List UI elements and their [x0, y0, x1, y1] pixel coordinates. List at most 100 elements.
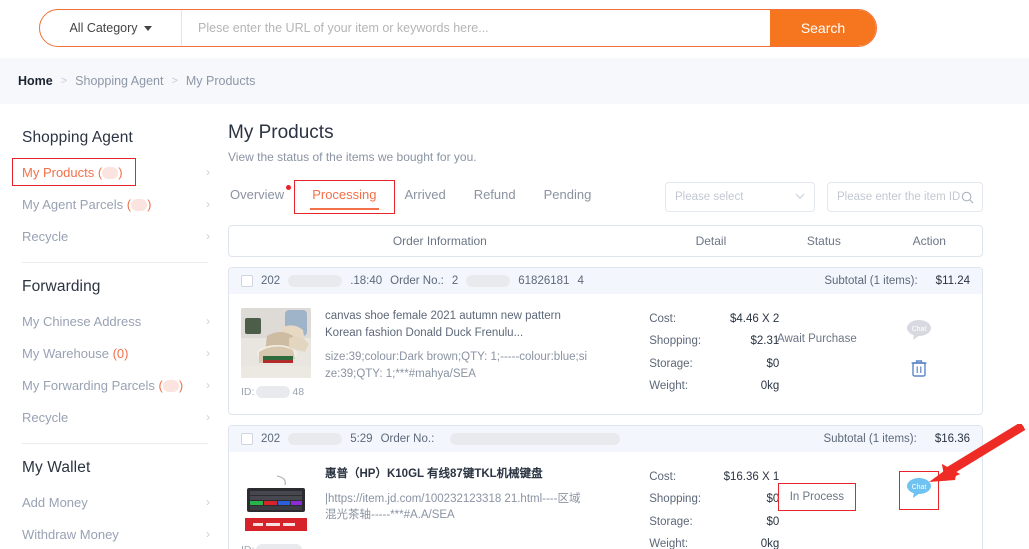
detail-label: Storage: — [649, 357, 693, 370]
order-no-part-a: 2 — [451, 275, 459, 287]
sidebar-item-my-products[interactable]: My Products () › — [0, 156, 228, 188]
order-list: 202 .18:40 Order No.: 2 61826181 4 Subtotal (1… — [228, 267, 983, 549]
chevron-right-icon: › — [206, 165, 210, 179]
search-container: All Category Search — [39, 9, 877, 47]
item-id-input[interactable] — [837, 191, 961, 203]
detail-row: Weight: 0kg — [649, 533, 779, 549]
product-id-label: ID: — [241, 386, 255, 398]
product-id-redacted — [256, 386, 291, 398]
tab-processing[interactable]: Processing — [294, 180, 395, 214]
status-badge: Await Purchase — [771, 330, 863, 348]
order-select-checkbox[interactable] — [241, 275, 253, 287]
product-image[interactable] — [241, 466, 311, 536]
status-cell: Await Purchase — [766, 308, 868, 398]
detail-cell: Cost: $4.46 X 2 Shopping: $2.31 Storage:… — [649, 308, 779, 398]
status-cell: In Process — [766, 466, 868, 549]
sidebar-item-add-money[interactable]: Add Money › — [0, 486, 228, 518]
search-icon[interactable] — [961, 191, 974, 204]
order-date-redacted — [288, 433, 343, 445]
detail-row: Storage: $0 — [649, 353, 779, 375]
item-id-search[interactable] — [827, 182, 983, 212]
product-name[interactable]: canvas shoe female 2021 autumn new patte… — [325, 308, 590, 341]
action-cell: Chat — [868, 466, 970, 549]
chevron-right-icon: › — [206, 346, 210, 360]
order-subtotal-label: Subtotal (1 items): — [823, 433, 917, 445]
sidebar-item-withdraw-money[interactable]: Withdraw Money › — [0, 518, 228, 549]
top-search-bar: All Category Search — [0, 0, 1029, 58]
status-text: Await Purchase — [777, 333, 857, 345]
tab-pending[interactable]: Pending — [530, 184, 606, 210]
order-no-part-b: 61826181 — [518, 275, 570, 287]
action-cell: Chat — [868, 308, 970, 398]
product-id: ID: — [241, 544, 311, 549]
breadcrumb-separator-icon: > — [171, 75, 178, 87]
detail-label: Cost: — [649, 471, 677, 483]
order-information-cell: ID: 惠普（HP）K10GL 有线87键TKL机械键盘 |https://it… — [241, 466, 649, 549]
order-date: 202 — [261, 433, 281, 445]
chat-icon[interactable]: Chat — [906, 320, 932, 345]
sidebar-item-recycle[interactable]: Recycle › — [0, 220, 228, 252]
chat-button-wrap: Chat — [903, 316, 935, 349]
main-content: My Products View the status of the items… — [228, 104, 1029, 549]
sidebar-item-count-redacted: () — [154, 377, 184, 393]
search-button[interactable]: Search — [770, 10, 876, 46]
breadcrumb-home[interactable]: Home — [18, 74, 53, 88]
column-header-order: Order Information — [392, 234, 487, 248]
sidebar-item-label: My Forwarding Parcels () — [22, 378, 206, 393]
detail-row: Shopping: $0 — [649, 488, 779, 510]
tab-row: Overview Processing Arrived Refund Pending P… — [228, 180, 983, 214]
sidebar-item-recycle[interactable]: Recycle › — [0, 401, 228, 433]
sidebar-divider — [22, 262, 208, 263]
order-time: .18:40 — [350, 275, 383, 287]
detail-cell: Cost: $16.36 X 1 Shopping: $0 Storage: $… — [649, 466, 779, 549]
breadcrumb-current: My Products — [185, 74, 256, 88]
delete-icon[interactable] — [911, 359, 927, 377]
category-dropdown[interactable]: All Category — [40, 10, 182, 46]
chevron-right-icon: › — [206, 495, 210, 509]
detail-label: Shopping: — [649, 493, 702, 506]
sidebar-group-title: Shopping Agent — [22, 129, 133, 146]
tab-label: Pending — [543, 187, 592, 202]
sidebar-item-my-chinese-address[interactable]: My Chinese Address › — [0, 305, 228, 337]
order-subtotal-label: Subtotal (1 items): — [824, 275, 918, 287]
tab-overview[interactable]: Overview — [228, 184, 298, 210]
order-card: 202 5:29 Order No.: Subtotal (1 items): $16.… — [228, 425, 983, 549]
tab-label: Arrived — [404, 187, 446, 202]
table-header: Order Information Detail Status Action — [228, 225, 983, 257]
annotation-box — [898, 471, 939, 510]
sidebar-item-label: My Chinese Address — [22, 314, 206, 329]
sidebar-item-my-forwarding-parcels[interactable]: My Forwarding Parcels () › — [0, 369, 228, 401]
sidebar-item-text: Recycle — [22, 409, 69, 425]
search-input[interactable] — [182, 10, 770, 46]
order-date: 202 — [261, 275, 281, 287]
chevron-down-icon — [795, 191, 805, 203]
detail-row: Storage: $0 — [649, 511, 779, 533]
sidebar-item-count-redacted: () — [94, 164, 123, 180]
status-filter-select[interactable]: Please select — [665, 182, 815, 212]
sidebar-item-my-warehouse[interactable]: My Warehouse (0) › — [0, 337, 228, 369]
tab-label: Overview — [230, 187, 285, 202]
tab-arrived[interactable]: Arrived — [391, 184, 460, 210]
sidebar-item-text: Recycle — [22, 228, 69, 244]
sidebar-item-label: Add Money — [22, 495, 206, 510]
product-text-block: 惠普（HP）K10GL 有线87键TKL机械键盘 |https://item.j… — [325, 466, 590, 549]
order-card-header: 202 .18:40 Order No.: 2 61826181 4 Subtotal (1… — [229, 268, 982, 294]
tab-label: Refund — [473, 187, 516, 202]
breadcrumb: Home > Shopping Agent > My Products — [0, 58, 1029, 104]
product-id: ID: 48 — [241, 386, 311, 398]
notification-dot-icon — [286, 185, 292, 190]
sidebar-item-text: My Forwarding Parcels — [22, 377, 155, 393]
svg-text:Chat: Chat — [912, 326, 927, 333]
product-id-tail: 48 — [292, 386, 305, 398]
product-image[interactable] — [241, 308, 311, 378]
detail-row: Cost: $16.36 X 1 — [649, 466, 779, 488]
chat-button-wrap: Chat — [898, 471, 939, 510]
breadcrumb-shopping-agent[interactable]: Shopping Agent — [75, 74, 163, 88]
tab-refund[interactable]: Refund — [460, 184, 530, 210]
tabs: Overview Processing Arrived Refund Pending — [228, 180, 606, 214]
sidebar-item-my-agent-parcels[interactable]: My Agent Parcels () › — [0, 188, 228, 220]
product-name[interactable]: 惠普（HP）K10GL 有线87键TKL机械键盘 — [325, 466, 590, 483]
sidebar-item-label: Recycle — [22, 229, 206, 244]
sidebar-item-label: Withdraw Money — [22, 527, 206, 542]
order-select-checkbox[interactable] — [241, 433, 253, 445]
